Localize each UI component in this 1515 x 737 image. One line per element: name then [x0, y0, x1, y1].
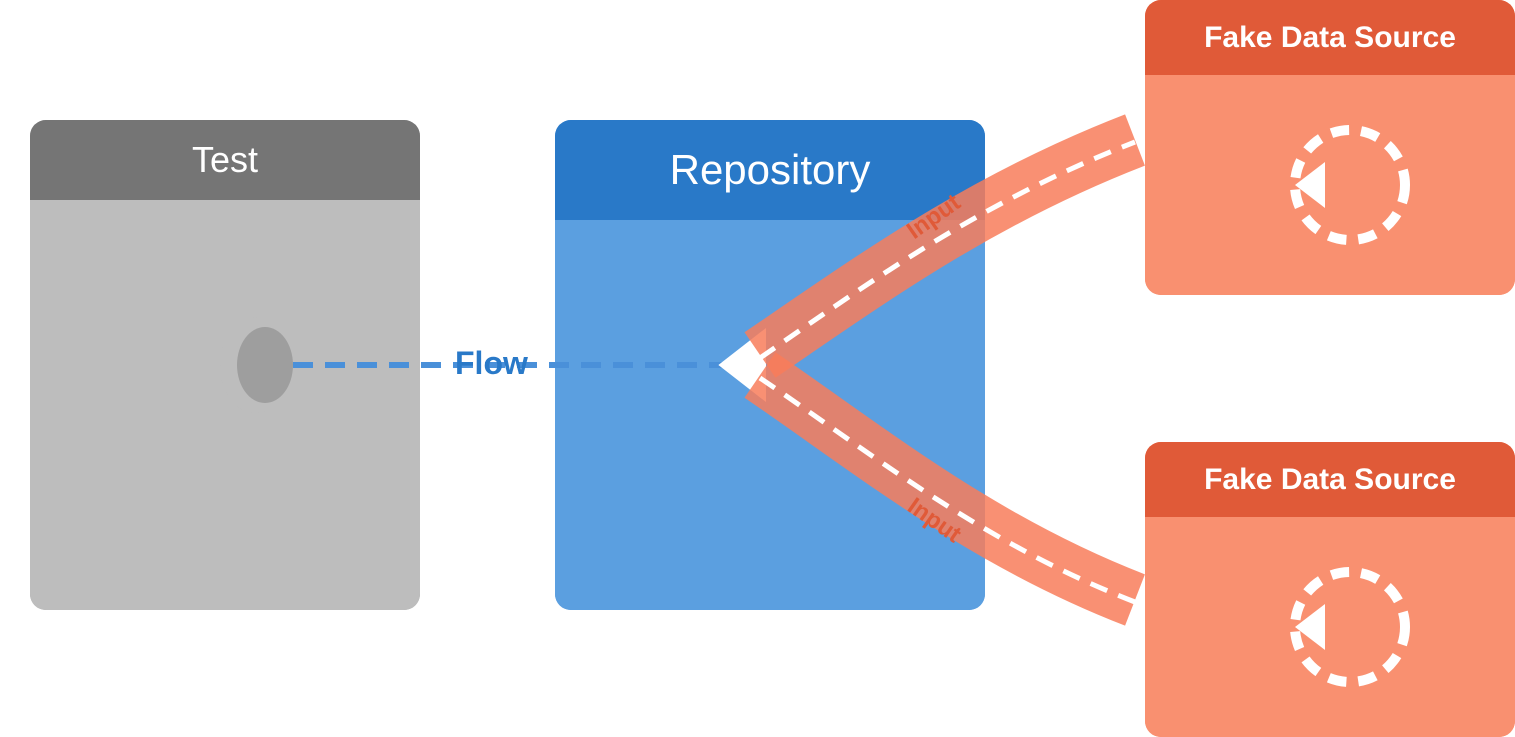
fds-bottom-title: Fake Data Source — [1204, 463, 1456, 497]
fds-bottom-dashed-arrow-icon — [1240, 547, 1420, 707]
flow-label: Flow — [455, 345, 528, 382]
fds-top-dashed-arrow-icon — [1240, 105, 1420, 265]
fds-top-body — [1145, 75, 1515, 295]
repo-block: Repository — [555, 120, 985, 610]
repo-block-header: Repository — [555, 120, 985, 220]
fds-top-block: Fake Data Source — [1145, 0, 1515, 295]
fds-bottom-header: Fake Data Source — [1145, 442, 1515, 517]
fds-bottom-body — [1145, 517, 1515, 737]
fds-top-title: Fake Data Source — [1204, 21, 1456, 55]
fds-top-header: Fake Data Source — [1145, 0, 1515, 75]
fds-bottom-block: Fake Data Source — [1145, 442, 1515, 737]
test-block-title: Test — [192, 139, 258, 181]
test-block-header: Test — [30, 120, 420, 200]
repo-block-body — [555, 220, 985, 610]
repo-block-title: Repository — [670, 146, 871, 194]
diagram-container: Test Repository Fake Data Source Fake Da… — [0, 0, 1515, 737]
test-block: Test — [30, 120, 420, 610]
test-block-body — [30, 200, 420, 610]
